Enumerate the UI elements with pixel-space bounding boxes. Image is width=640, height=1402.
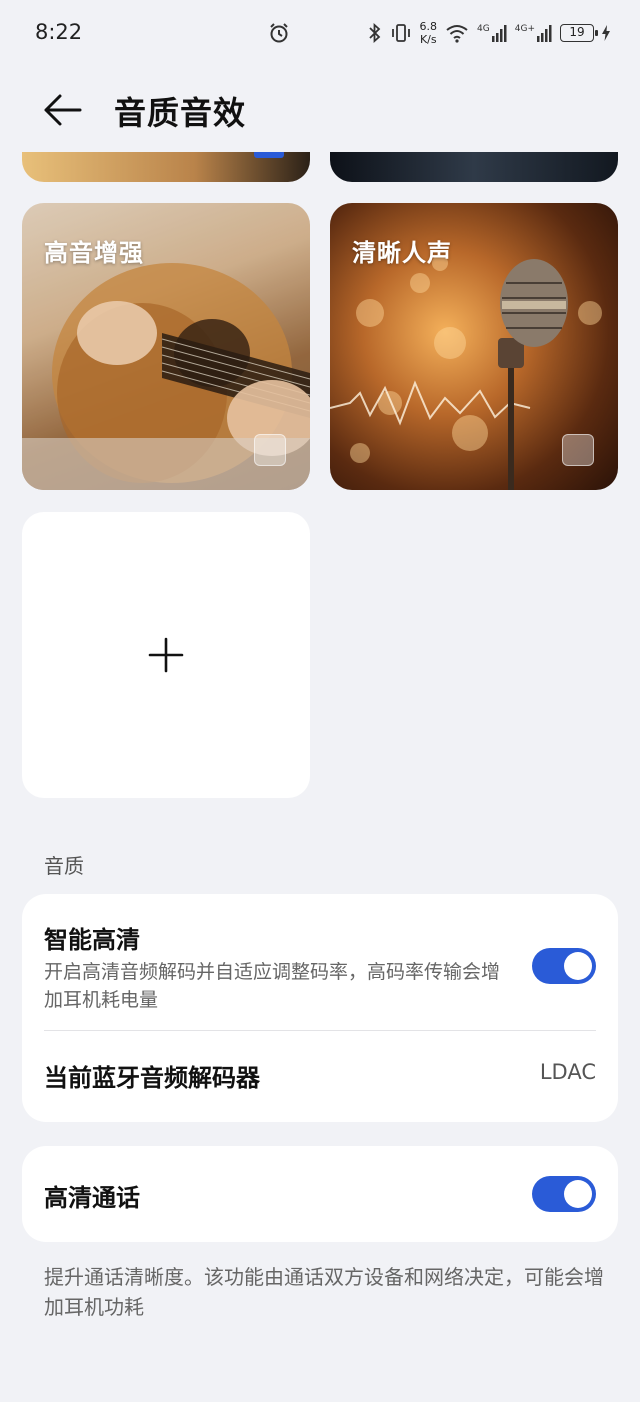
signal-1: 4G xyxy=(477,24,507,42)
hd-call-panel: 高清通话 xyxy=(22,1146,618,1242)
effect-card-vocal[interactable]: 清晰人声 xyxy=(330,203,618,490)
effect-card-label: 高音增强 xyxy=(44,239,144,267)
status-icons: 6.8 K/s 4G 4G+ 19 xyxy=(368,18,610,48)
charging-icon xyxy=(602,25,610,41)
back-button[interactable] xyxy=(36,82,92,138)
toggle-knob xyxy=(564,952,592,980)
effect-card-partial-right[interactable] xyxy=(330,152,618,182)
wifi-icon xyxy=(446,25,468,43)
hd-call-footnote: 提升通话清晰度。该功能由通话双方设备和网络决定，可能会增加耳机功耗 xyxy=(44,1265,604,1319)
plus-icon xyxy=(148,637,184,673)
codec-row-title: 当前蓝牙音频解码器 xyxy=(44,1064,260,1092)
effect-card-treble[interactable]: 高音增强 xyxy=(22,203,310,490)
signal-2: 4G+ xyxy=(515,24,552,42)
hd-call-toggle[interactable] xyxy=(532,1176,596,1212)
alarm-icon xyxy=(270,23,288,43)
section-label-quality: 音质 xyxy=(44,854,84,878)
back-arrow-icon xyxy=(44,94,82,126)
smart-hd-title: 智能高清 xyxy=(44,926,140,954)
effect-card-label: 清晰人声 xyxy=(352,239,452,267)
toggle-knob xyxy=(564,1180,592,1208)
signal-bars-icon xyxy=(537,25,552,42)
sound-effects-grid: 高音增强 清晰人声 xyxy=(0,152,640,812)
net2-label: 4G+ xyxy=(514,24,535,34)
hd-call-title: 高清通话 xyxy=(44,1184,140,1212)
page-title: 音质音效 xyxy=(114,94,247,132)
vibrate-icon xyxy=(391,24,410,42)
net1-label: 4G xyxy=(477,24,490,34)
divider xyxy=(44,1030,596,1031)
bluetooth-icon xyxy=(368,22,380,44)
net-speed-value: 6.8 xyxy=(419,20,438,33)
status-time: 8:22 xyxy=(35,20,83,44)
codec-value: LDAC xyxy=(539,1060,596,1084)
effect-checkbox[interactable] xyxy=(562,434,594,466)
header: 音质音效 xyxy=(0,70,640,150)
net-speed-unit: K/s xyxy=(419,33,437,46)
smart-hd-description: 开启高清音频解码并自适应调整码率，高码率传输会增加耳机耗电量 xyxy=(44,961,501,1011)
smart-hd-toggle[interactable] xyxy=(532,948,596,984)
battery-indicator: 19 xyxy=(560,24,598,42)
net-speed: 6.8 K/s xyxy=(420,20,438,46)
effect-card-partial-left[interactable] xyxy=(22,152,310,182)
effect-checkbox[interactable] xyxy=(254,434,286,466)
selected-indicator xyxy=(254,152,284,158)
status-bar: 8:22 6.8 K/s 4G 4G+ 19 xyxy=(0,0,640,68)
signal-bars-icon xyxy=(491,25,507,42)
sound-quality-panel: 智能高清 开启高清音频解码并自适应调整码率，高码率传输会增加耳机耗电量 当前蓝牙… xyxy=(22,894,618,1122)
add-effect-card[interactable] xyxy=(22,512,310,798)
